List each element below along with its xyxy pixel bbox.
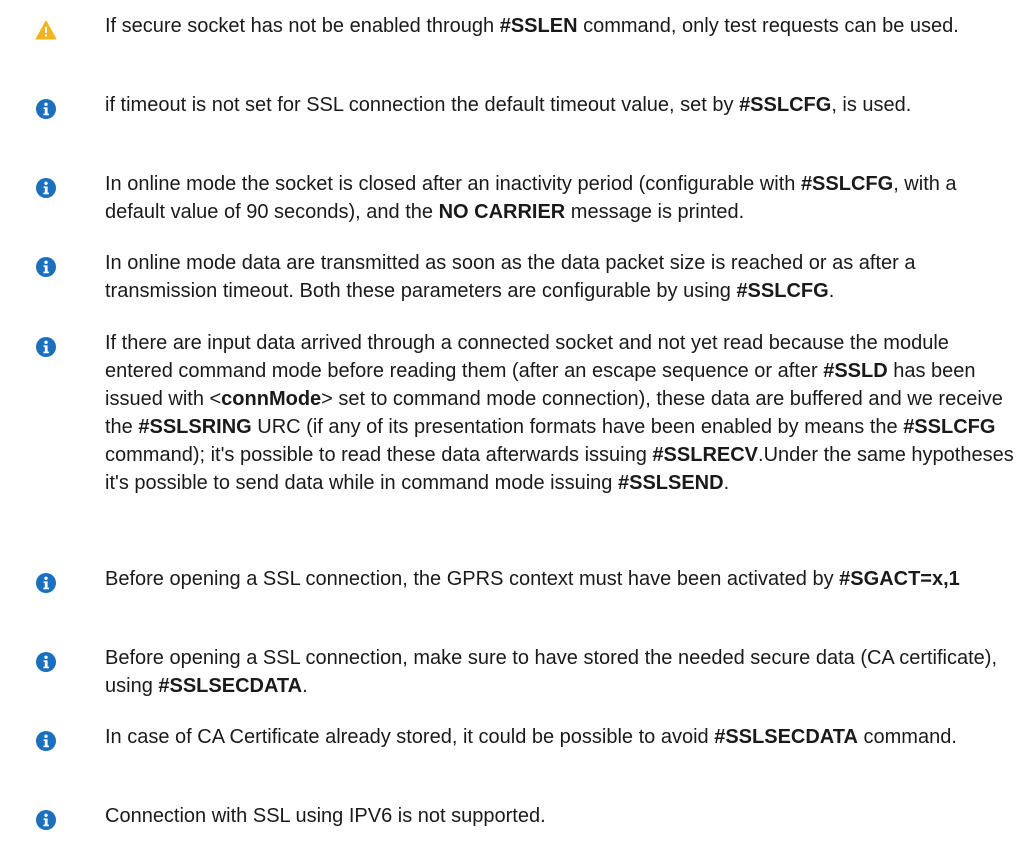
note-text-run: In case of CA Certificate already stored… <box>105 726 715 748</box>
note-text: In online mode data are transmitted as s… <box>105 249 1015 305</box>
notes-list: If secure socket has not be enabled thro… <box>0 0 1030 859</box>
info-icon <box>35 177 57 199</box>
command-name: #SSLCFG <box>736 280 829 302</box>
note-text: Connection with SSL using IPV6 is not su… <box>105 802 1015 830</box>
note-text: If secure socket has not be enabled thro… <box>105 12 1015 40</box>
note-text-run: Before opening a SSL connection, the GPR… <box>105 568 840 590</box>
info-icon <box>35 572 57 594</box>
note-text: Before opening a SSL connection, the GPR… <box>105 565 1015 593</box>
command-name: #SSLSECDATA <box>158 675 303 697</box>
note-text-run: message is printed. <box>565 201 745 223</box>
command-name: #SGACT=x,1 <box>839 568 960 590</box>
command-name: connMode <box>221 388 322 410</box>
command-name: #SSLRECV <box>652 444 759 466</box>
note-text-run: . <box>723 472 730 494</box>
note-text-run: , is used. <box>831 94 912 116</box>
command-name: #SSLCFG <box>739 94 832 116</box>
note-text: If there are input data arrived through … <box>105 329 1015 497</box>
note-text: if timeout is not set for SSL connection… <box>105 91 1015 119</box>
note-text: In online mode the socket is closed afte… <box>105 170 1015 226</box>
note-text: Before opening a SSL connection, make su… <box>105 644 1015 700</box>
command-name: #SSLSRING <box>138 416 252 438</box>
warning-icon <box>35 19 57 41</box>
info-icon <box>35 730 57 752</box>
info-icon <box>35 336 57 358</box>
command-name: #SSLCFG <box>800 173 894 195</box>
note-text-run: command); it's possible to read these da… <box>105 444 653 466</box>
command-name: #SSLD <box>823 360 888 382</box>
note-text-run: . <box>302 675 308 697</box>
note-text-run: If secure socket has not be enabled thro… <box>105 15 500 37</box>
note-text-run: command, only test requests can be used. <box>577 15 959 37</box>
info-icon <box>35 809 57 831</box>
command-name: #SSLEN <box>499 15 578 37</box>
note-text-run: Connection with SSL using IPV6 is not su… <box>105 805 546 827</box>
note-text-run: In online mode the socket is closed afte… <box>105 173 801 195</box>
command-name: #SSLSEND <box>617 472 724 494</box>
info-icon <box>35 651 57 673</box>
info-icon <box>35 98 57 120</box>
note-text-run: if timeout is not set for SSL connection… <box>105 94 740 116</box>
note-text-run: command. <box>857 726 957 748</box>
command-name: NO CARRIER <box>438 201 566 223</box>
note-text-run: . <box>828 280 835 302</box>
command-name: #SSLCFG <box>903 416 996 438</box>
note-text: In case of CA Certificate already stored… <box>105 723 1015 751</box>
info-icon <box>35 256 57 278</box>
note-text-run: URC (if any of its presentation formats … <box>251 416 904 438</box>
command-name: #SSLSECDATA <box>714 726 858 748</box>
